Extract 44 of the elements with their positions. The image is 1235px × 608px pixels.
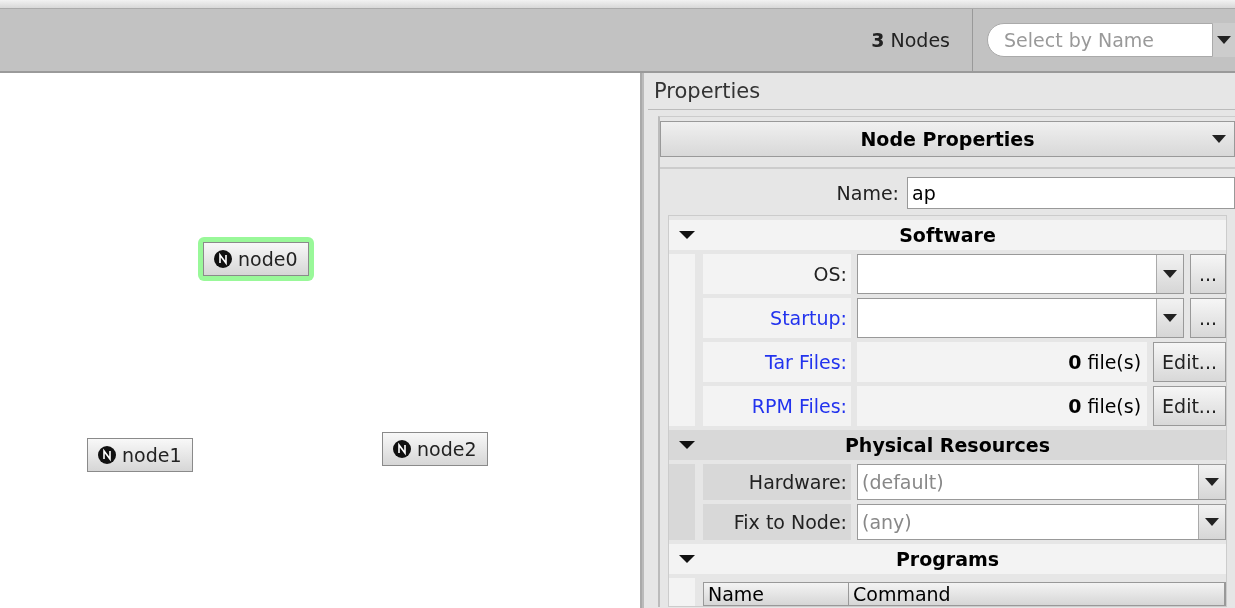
browse-button[interactable]: ... [1189, 298, 1226, 338]
node-button[interactable]: node0 [203, 242, 309, 276]
panel-selector[interactable]: Node Properties [660, 121, 1235, 157]
section-header[interactable]: Software [669, 220, 1226, 250]
caret-icon [1162, 313, 1177, 323]
select-field[interactable]: (default) [857, 464, 1226, 500]
expand-toggle-icon[interactable] [679, 440, 695, 450]
caret-icon [1217, 35, 1231, 45]
expand-toggle-icon[interactable] [679, 230, 695, 240]
node-icon [98, 446, 116, 464]
node-count: 3 Nodes [871, 29, 951, 51]
dropdown-button[interactable] [1213, 23, 1235, 57]
field-label: Startup: [703, 298, 851, 338]
select-field[interactable]: (any) [857, 504, 1226, 540]
caret-icon [1205, 517, 1219, 527]
section-gutter [669, 578, 695, 606]
file-count: 0 file(s) [857, 386, 1148, 426]
node-icon [393, 440, 411, 458]
name-input[interactable]: ap [907, 177, 1235, 209]
name-label: Name: [836, 182, 899, 204]
node-icon [214, 250, 232, 268]
combo-field[interactable] [857, 254, 1184, 294]
node-button[interactable]: node1 [87, 438, 193, 472]
panel-title: Properties [648, 73, 1235, 110]
expand-toggle-icon[interactable] [679, 554, 695, 564]
field-label: OS: [703, 254, 851, 294]
column-header[interactable]: Command [849, 583, 1225, 605]
section-header[interactable]: Programs [669, 544, 1226, 574]
edit-button[interactable]: Edit... [1153, 342, 1226, 382]
edit-button[interactable]: Edit... [1153, 386, 1226, 426]
caret-icon [1162, 269, 1177, 279]
file-count: 0 file(s) [857, 342, 1148, 382]
browse-button[interactable]: ... [1189, 254, 1226, 294]
node-button[interactable]: node2 [382, 432, 488, 466]
caret-icon [1205, 477, 1219, 487]
caret-icon [1212, 134, 1226, 144]
section-header[interactable]: Physical Resources [669, 430, 1226, 460]
field-label: RPM Files: [703, 386, 851, 426]
field-label: Hardware: [703, 464, 851, 500]
combo-field[interactable] [857, 298, 1184, 338]
field-label: Tar Files: [703, 342, 851, 382]
field-label: Fix to Node: [703, 504, 851, 540]
select-by-name-field[interactable]: Select by Name [987, 23, 1213, 57]
column-header[interactable]: Name [704, 583, 849, 605]
